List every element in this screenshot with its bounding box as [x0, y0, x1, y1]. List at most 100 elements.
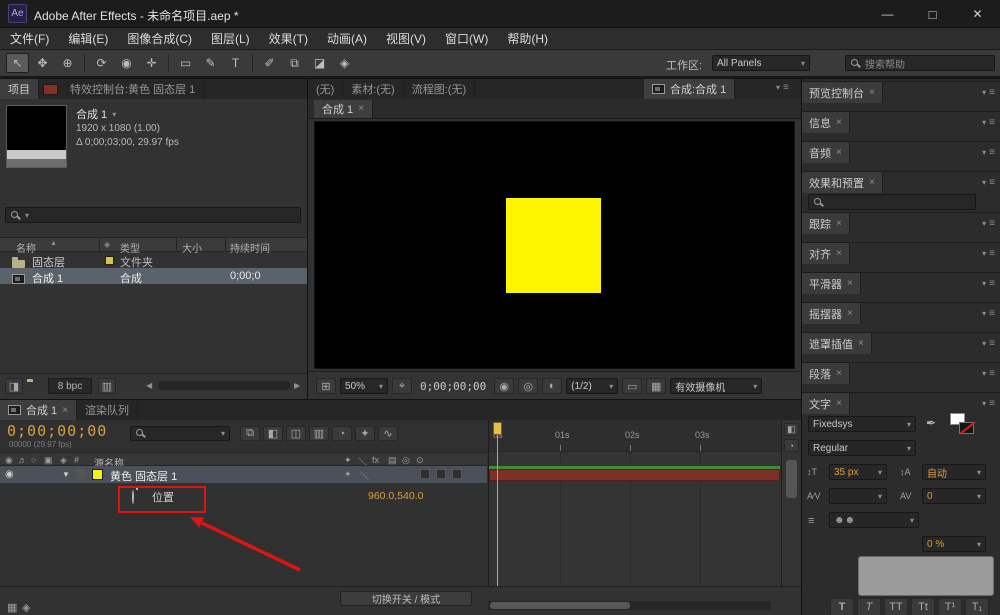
horizontal-scrollbar[interactable]	[158, 381, 290, 390]
scroll-right-arrow[interactable]: ▶	[294, 381, 300, 390]
scrollbar-handle[interactable]	[490, 602, 630, 609]
menu-window[interactable]: 窗口(W)	[445, 30, 488, 47]
current-timecode[interactable]: 0;00;00;00	[7, 422, 107, 440]
hand-tool[interactable]: ✥	[31, 53, 54, 73]
close-icon[interactable]: ×	[847, 308, 853, 319]
close-button[interactable]: ✕	[955, 0, 1000, 28]
panel-menu-icon[interactable]: ≡	[989, 147, 995, 158]
timeline-tab-render-queue[interactable]: 渲染队列	[77, 400, 138, 420]
track-area[interactable]	[488, 452, 781, 586]
tab-composition[interactable]: 合成:合成 1	[644, 79, 735, 99]
comp-marker-button[interactable]: ◧	[784, 423, 799, 436]
comp-button[interactable]: ◔	[784, 439, 799, 452]
menu-view[interactable]: 视图(V)	[386, 30, 426, 47]
hide-shy-layers-button[interactable]: ◫	[286, 426, 306, 441]
expand-inout-icon[interactable]: ◈	[22, 601, 30, 614]
faux-italic-button[interactable]: T	[857, 598, 881, 615]
expand-transfer-icon[interactable]: ▦	[7, 601, 17, 614]
panel-character[interactable]: 文字×▾≡	[802, 392, 1000, 414]
close-icon[interactable]: ×	[869, 177, 875, 188]
draft-3d-button[interactable]: ◧	[263, 426, 283, 441]
trash-button[interactable]: ▥	[98, 378, 116, 394]
small-caps-button[interactable]: Tt	[911, 598, 935, 615]
close-icon[interactable]: ×	[836, 368, 842, 379]
selection-tool[interactable]: ↖	[6, 53, 29, 73]
timeline-tab-comp[interactable]: 合成 1 ×	[0, 400, 77, 420]
resolution-dropdown[interactable]: (1/2) ▾	[566, 378, 618, 394]
scroll-left-arrow[interactable]: ◀	[146, 381, 152, 390]
panel-menu[interactable]: ▾ ≡	[776, 82, 794, 93]
font-style-dropdown[interactable]: Regular ▾	[808, 440, 916, 456]
camera-tool[interactable]: ◉	[115, 53, 138, 73]
layer-quality-switch[interactable]: ✦	[344, 469, 352, 480]
layer-label-chip[interactable]	[76, 469, 86, 479]
rotation-tool[interactable]: ⟳	[90, 53, 113, 73]
panel-align[interactable]: 对齐×▾≡	[802, 242, 1000, 264]
motion-blur-button[interactable]: ◔	[332, 426, 352, 441]
safe-areas-button[interactable]: ⌖	[392, 378, 412, 394]
show-snapshot-button[interactable]: ◎	[518, 378, 538, 394]
column-divider[interactable]	[99, 238, 100, 252]
panel-menu-icon[interactable]: ≡	[989, 368, 995, 379]
fill-color-swatches[interactable]	[950, 413, 978, 436]
close-icon[interactable]: ×	[836, 147, 842, 158]
menu-layer[interactable]: 图层(L)	[211, 30, 250, 47]
tab-flowchart[interactable]: 流程图:(无)	[404, 79, 475, 99]
panel-menu-icon[interactable]: ≡	[989, 218, 995, 229]
kerning-dropdown[interactable]: ▾	[829, 488, 887, 504]
close-icon[interactable]: ×	[858, 338, 864, 349]
panel-info[interactable]: 信息×▾≡	[802, 111, 1000, 133]
close-icon[interactable]: ×	[836, 398, 842, 409]
tab-effect-controls[interactable]: 特效控制台:黄色 固态层 1	[62, 79, 204, 99]
all-caps-button[interactable]: TT	[884, 598, 908, 615]
help-search-input[interactable]: 搜索帮助	[845, 55, 995, 71]
property-value[interactable]: 960.0,540.0	[368, 490, 423, 502]
close-icon[interactable]: ×	[358, 103, 364, 114]
menu-help[interactable]: 帮助(H)	[507, 30, 548, 47]
item-thumbnail[interactable]	[6, 105, 67, 168]
close-icon[interactable]: ×	[836, 218, 842, 229]
layer-color-swatch[interactable]	[92, 469, 103, 480]
font-family-dropdown[interactable]: Fixedsys ▾	[808, 416, 916, 432]
type-tool[interactable]: T	[224, 53, 247, 73]
brainstorm-button[interactable]: ✦	[355, 426, 375, 441]
layer-fx-switch[interactable]: ＼	[360, 469, 369, 482]
project-row-solids[interactable]: 固态层 文件夹	[0, 252, 307, 268]
show-channel-button[interactable]: ◐	[542, 378, 562, 394]
clone-stamp-tool[interactable]: ⧉	[283, 53, 306, 73]
pen-tool[interactable]: ✎	[199, 53, 222, 73]
menu-effect[interactable]: 效果(T)	[269, 30, 308, 47]
project-search-input[interactable]: ▾	[5, 207, 301, 223]
close-icon[interactable]: ×	[869, 87, 875, 98]
brush-tool[interactable]: ✐	[258, 53, 281, 73]
twirl-open-icon[interactable]: ▼	[62, 470, 70, 479]
leading-dropdown[interactable]: 自动 ▾	[922, 464, 986, 480]
timeline-horizontal-scrollbar[interactable]	[488, 601, 771, 610]
subscript-button[interactable]: T₁	[965, 598, 989, 615]
mini-flowchart-button[interactable]: ⧉	[240, 426, 260, 441]
graph-editor-button[interactable]: ∿	[378, 426, 398, 441]
puppet-pin-tool[interactable]: ◈	[333, 53, 356, 73]
current-time-indicator-line[interactable]	[497, 435, 498, 586]
panel-tracker[interactable]: 跟踪×▾≡	[802, 212, 1000, 234]
column-divider[interactable]	[176, 238, 177, 252]
panel-wiggler[interactable]: 摇摆器×▾≡	[802, 302, 1000, 324]
zoom-tool[interactable]: ⊕	[56, 53, 79, 73]
eraser-tool[interactable]: ◪	[308, 53, 331, 73]
yellow-solid-layer[interactable]	[506, 198, 601, 293]
panel-menu-icon[interactable]: ≡	[989, 87, 995, 98]
workspace-dropdown[interactable]: All Panels ▾	[712, 55, 810, 71]
toggle-switches-modes-button[interactable]: 切换开关 / 模式	[340, 591, 472, 606]
tracking-dropdown[interactable]: 0 ▾	[922, 488, 986, 504]
close-icon[interactable]: ×	[847, 278, 853, 289]
tab-none[interactable]: (无)	[308, 79, 343, 99]
close-icon[interactable]: ×	[836, 248, 842, 259]
panel-paragraph[interactable]: 段落×▾≡	[802, 362, 1000, 384]
close-icon[interactable]: ×	[836, 117, 842, 128]
maximize-button[interactable]: □	[910, 0, 955, 28]
menu-animation[interactable]: 动画(A)	[327, 30, 367, 47]
panel-preview[interactable]: 预览控制台×▾≡	[802, 81, 1000, 103]
project-bpc-button[interactable]: 8 bpc	[48, 378, 92, 394]
layer-switch-box[interactable]	[420, 469, 430, 479]
panel-audio[interactable]: 音频×▾≡	[802, 141, 1000, 163]
